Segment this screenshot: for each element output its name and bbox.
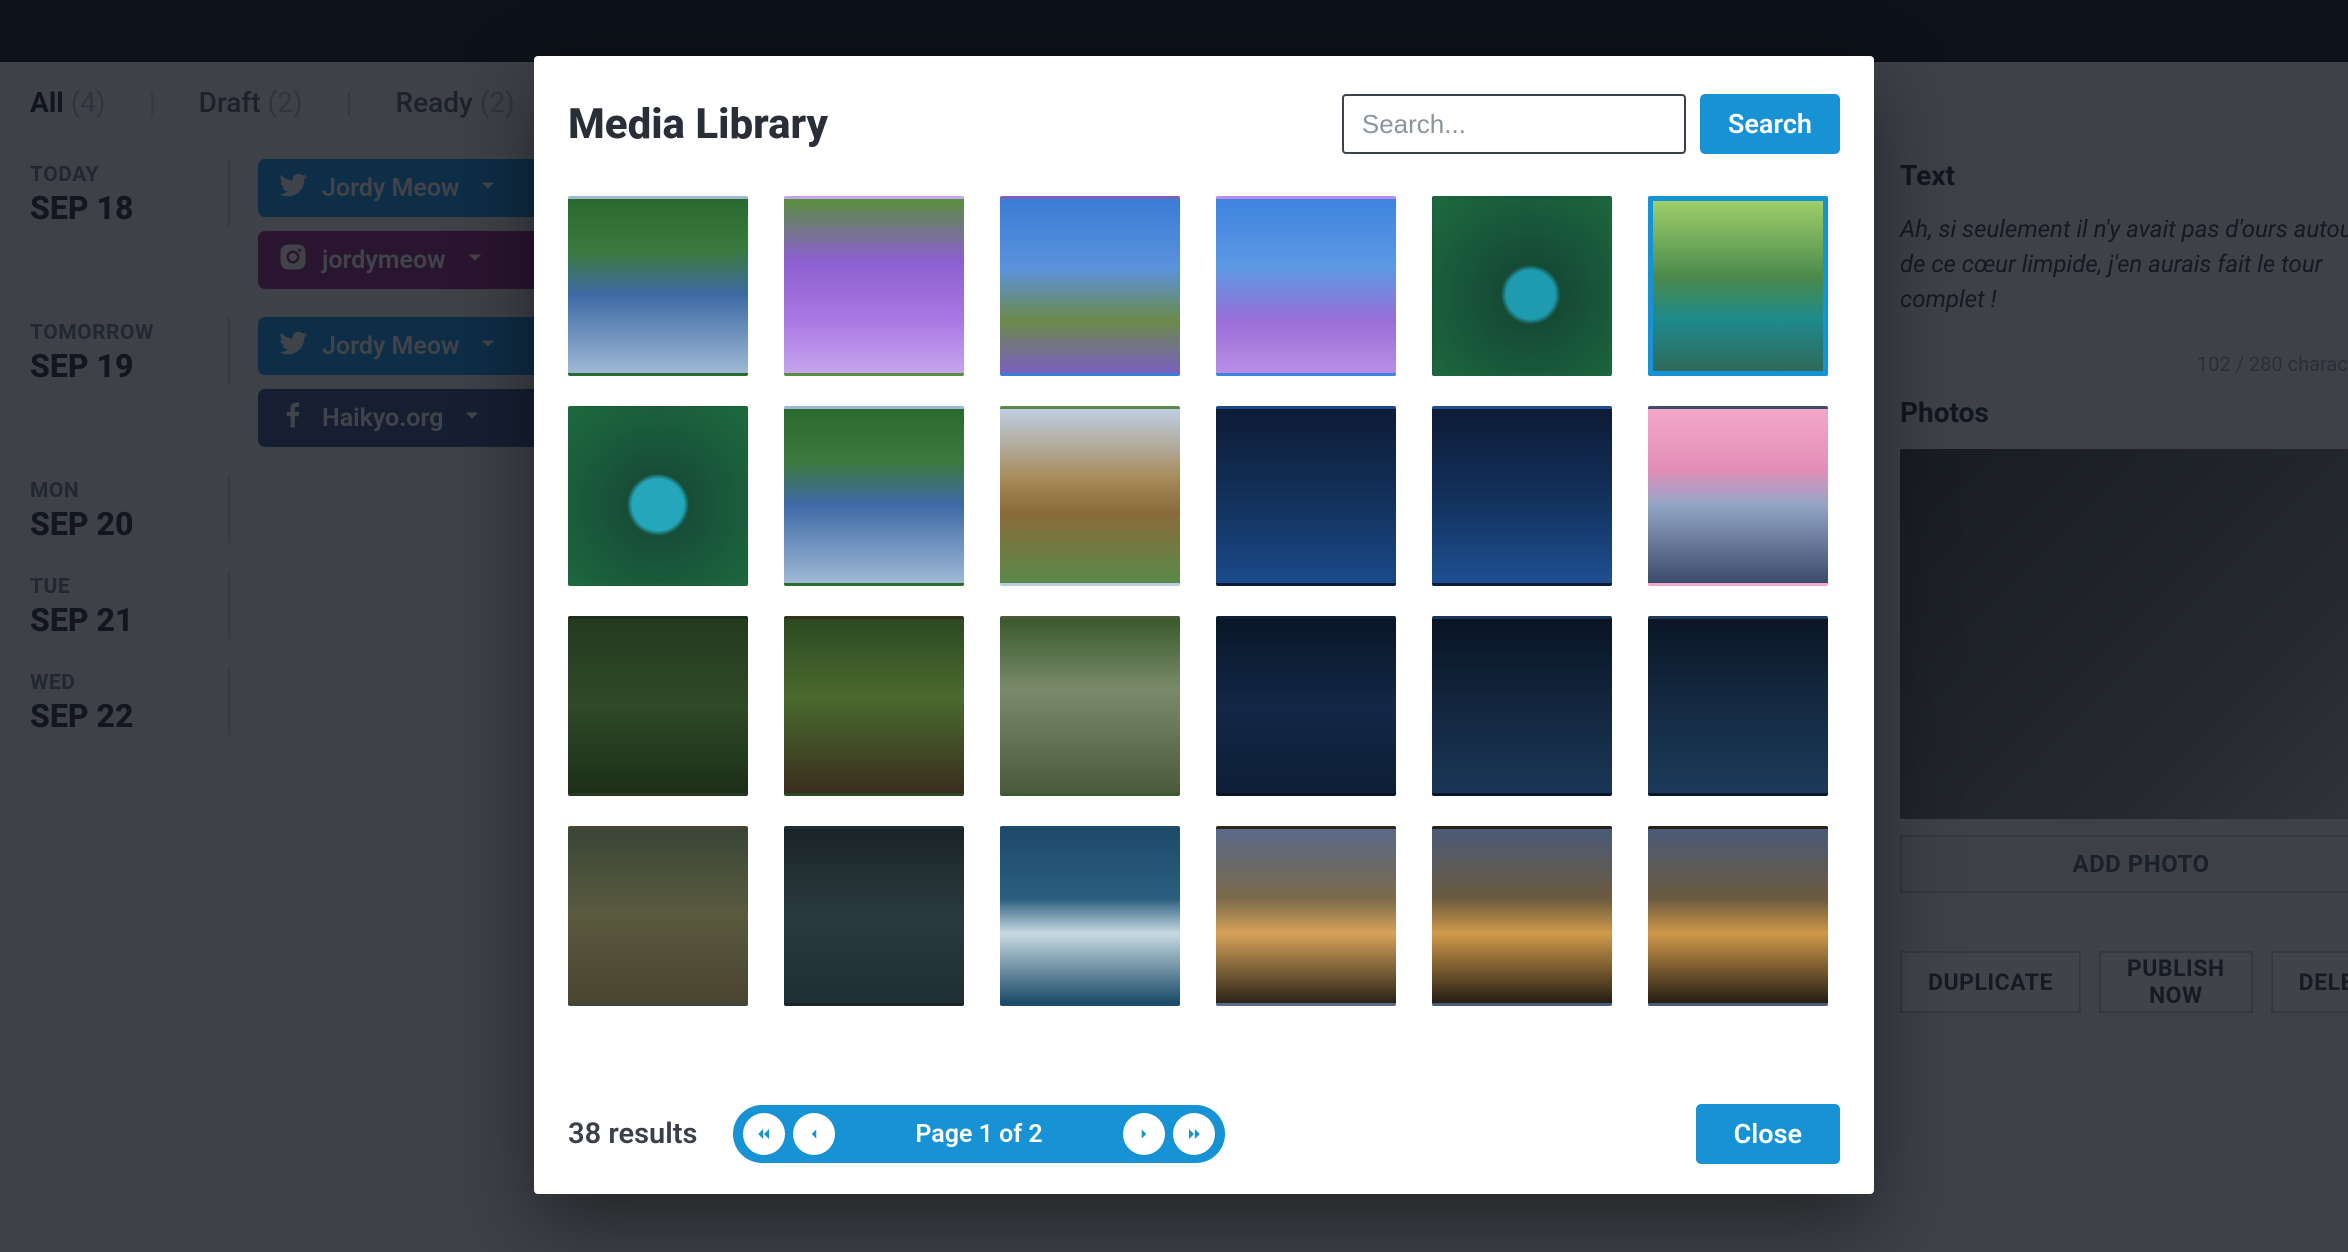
media-thumbnail[interactable] — [1000, 616, 1180, 796]
page-indicator: Page 1 of 2 — [843, 1120, 1114, 1149]
page-prev-button[interactable] — [793, 1113, 835, 1155]
media-thumbnail[interactable] — [1000, 826, 1180, 1006]
media-thumbnail[interactable] — [1648, 196, 1828, 376]
results-count: 38 results — [568, 1117, 697, 1151]
search-input[interactable] — [1342, 94, 1686, 154]
media-thumbnail[interactable] — [784, 196, 964, 376]
chevron-double-right-icon — [1184, 1124, 1204, 1144]
page-first-button[interactable] — [743, 1113, 785, 1155]
chevron-double-left-icon — [754, 1124, 774, 1144]
media-thumbnail[interactable] — [1432, 406, 1612, 586]
media-thumbnail[interactable] — [568, 826, 748, 1006]
close-button[interactable]: Close — [1696, 1104, 1840, 1164]
page-last-button[interactable] — [1173, 1113, 1215, 1155]
modal-header: Media Library Search — [568, 94, 1840, 154]
media-thumbnail[interactable] — [1648, 616, 1828, 796]
media-thumbnail[interactable] — [1216, 616, 1396, 796]
media-thumbnail[interactable] — [1216, 406, 1396, 586]
media-thumbnail[interactable] — [1648, 406, 1828, 586]
media-grid — [568, 196, 1840, 1076]
media-thumbnail[interactable] — [1216, 196, 1396, 376]
search-group: Search — [1342, 94, 1840, 154]
pagination: Page 1 of 2 — [733, 1105, 1224, 1163]
media-thumbnail[interactable] — [784, 826, 964, 1006]
media-thumbnail[interactable] — [1000, 196, 1180, 376]
media-thumbnail[interactable] — [784, 616, 964, 796]
chevron-left-icon — [805, 1125, 823, 1143]
media-thumbnail[interactable] — [1432, 196, 1612, 376]
search-button[interactable]: Search — [1700, 94, 1840, 154]
media-thumbnail[interactable] — [1648, 826, 1828, 1006]
page-next-button[interactable] — [1123, 1113, 1165, 1155]
media-thumbnail[interactable] — [1000, 406, 1180, 586]
media-thumbnail[interactable] — [1432, 616, 1612, 796]
media-library-modal: Media Library Search 38 results Page 1 o… — [534, 56, 1874, 1194]
media-thumbnail[interactable] — [1216, 826, 1396, 1006]
media-thumbnail[interactable] — [568, 616, 748, 796]
media-thumbnail[interactable] — [784, 406, 964, 586]
media-thumbnail[interactable] — [568, 406, 748, 586]
media-thumbnail[interactable] — [1432, 826, 1612, 1006]
modal-title: Media Library — [568, 100, 828, 149]
chevron-right-icon — [1135, 1125, 1153, 1143]
media-thumbnail[interactable] — [568, 196, 748, 376]
modal-footer: 38 results Page 1 of 2 Close — [568, 1102, 1840, 1166]
